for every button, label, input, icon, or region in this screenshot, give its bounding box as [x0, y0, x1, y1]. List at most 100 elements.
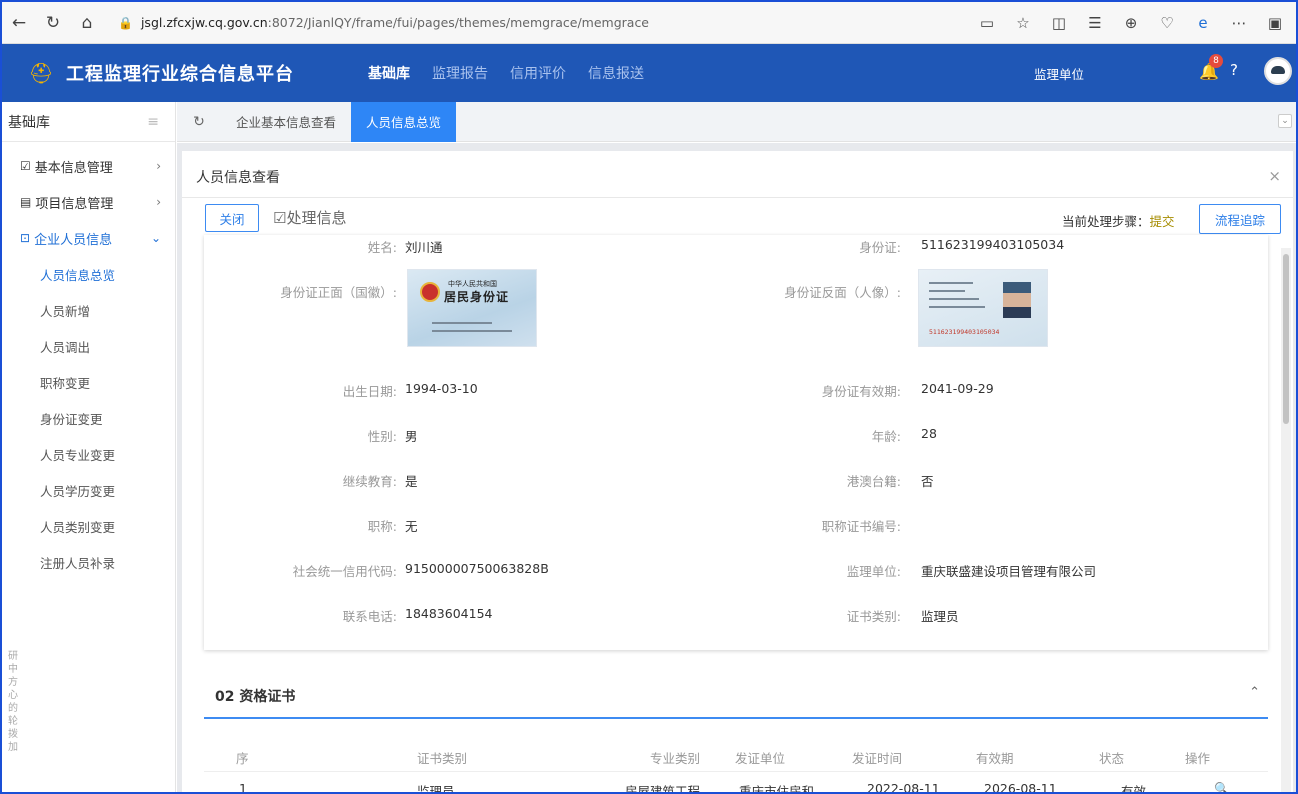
vertical-scrollbar[interactable] [1281, 248, 1291, 792]
platform-logo-icon: ⛑ [28, 61, 54, 85]
edge-icon[interactable]: e [1186, 14, 1220, 32]
sidebar: 基础库 ≡ ☑ 基本信息管理 › ▤ 项目信息管理 › ⊡ 企业人员信息 ⌄ 人… [2, 102, 176, 792]
sidebar-item-category-change[interactable]: 人员类别变更 [2, 508, 175, 544]
close-button[interactable]: 关闭 [205, 204, 259, 232]
company-label: 监理单位: [846, 564, 901, 579]
section-divider [204, 717, 1268, 719]
nav-xinxi-baosong[interactable]: 信息报送 [588, 63, 644, 83]
favorite-star-icon[interactable]: ☆ [1006, 14, 1040, 32]
table-cell-no: 1 [239, 781, 247, 794]
sidebar-item-transfer-out[interactable]: 人员调出 [2, 328, 175, 364]
url-path: :8072/JianlQY/frame/fui/pages/themes/mem… [267, 15, 650, 30]
continuing-edu-value: 是 [405, 474, 418, 489]
cert-type-value: 监理员 [921, 609, 959, 624]
home-icon[interactable]: ⌂ [70, 8, 104, 38]
nav-jianli-baogao[interactable]: 监理报告 [432, 63, 488, 83]
id-card-front-image[interactable]: 中华人民共和国 居民身份证 [407, 269, 537, 347]
current-step-label: 当前处理步骤： [1062, 214, 1150, 229]
hmt-label: 港澳台籍: [846, 474, 901, 489]
split-screen-icon[interactable]: ◫ [1042, 14, 1076, 32]
user-unit[interactable]: 监理单位 [1034, 64, 1084, 83]
name-label: 姓名: [367, 240, 397, 255]
scrollbar-thumb[interactable] [1283, 254, 1289, 424]
reload-icon[interactable]: ↻ [36, 8, 70, 38]
process-info-heading: ☑处理信息 [273, 209, 347, 227]
sidebar-group-label: 企业人员信息 [34, 232, 113, 248]
col-header-action: 操作 [1185, 751, 1211, 766]
list-icon: ▤ [20, 195, 32, 209]
sidebar-item-registered-supplement[interactable]: 注册人员补录 [2, 544, 175, 580]
qualification-section-title: 02 资格证书 [215, 689, 296, 705]
url-host: jsgl.zfcxjw.cq.gov.cn [140, 15, 268, 30]
card-line [432, 322, 492, 324]
browser-toolbar: ← ↻ ⌂ 🔒 jsgl.zfcxjw.cq.gov.cn:8072/Jianl… [2, 2, 1296, 44]
more-icon[interactable]: ⋯ [1222, 14, 1256, 32]
gender-label: 性别: [367, 429, 397, 444]
process-trace-button[interactable]: 流程追踪 [1199, 204, 1281, 234]
col-header-status: 状态 [1099, 751, 1125, 766]
back-icon[interactable]: ← [2, 8, 36, 38]
reader-mode-icon[interactable]: ▭ [970, 14, 1004, 32]
help-icon[interactable]: ? [1230, 61, 1238, 79]
collections-icon[interactable]: ⊕ [1114, 14, 1148, 32]
id-card-title: 居民身份证 [444, 290, 510, 304]
chevron-right-icon: › [156, 159, 161, 173]
sidebar-item-add-personnel[interactable]: 人员新增 [2, 292, 175, 328]
top-nav: 基础库 监理报告 信用评价 信息报送 [368, 63, 644, 83]
window: ← ↻ ⌂ 🔒 jsgl.zfcxjw.cq.gov.cn:8072/Jianl… [0, 0, 1298, 794]
sidebar-group-project-info[interactable]: ▤ 项目信息管理 › [2, 184, 175, 220]
sidebar-toggle-icon[interactable]: ▣ [1258, 14, 1292, 32]
divider [182, 197, 1293, 198]
table-cell-status: 有效 [1121, 784, 1147, 794]
sidebar-item-id-change[interactable]: 身份证变更 [2, 400, 175, 436]
sidebar-group-basic-info[interactable]: ☑ 基本信息管理 › [2, 148, 175, 184]
refresh-icon[interactable]: ↻ [177, 114, 221, 130]
gender-value: 男 [405, 429, 418, 444]
phone-value: 18483604154 [405, 606, 493, 621]
vertical-side-text: 研中方心的轮拨加 [8, 651, 18, 753]
sidebar-item-title-change[interactable]: 职称变更 [2, 364, 175, 400]
id-label: 身份证: [859, 240, 901, 255]
table-cell-issue-date: 2022-08-11 [867, 781, 940, 794]
card-line [432, 330, 512, 332]
main-content: 人员信息查看 × 关闭 ☑处理信息 当前处理步骤：提交 流程追踪 姓名: 刘川通… [177, 143, 1296, 794]
sidebar-item-education-change[interactable]: 人员学历变更 [2, 472, 175, 508]
card-line [929, 290, 965, 292]
id-back-label: 身份证反面（人像）: [784, 285, 901, 300]
tab-company-basic-info[interactable]: 企业基本信息查看 [221, 102, 351, 142]
current-step-value: 提交 [1149, 214, 1175, 229]
id-card-number: 511623199403105034 [929, 328, 1000, 336]
sidebar-group-personnel-info[interactable]: ⊡ 企业人员信息 ⌄ [2, 220, 175, 256]
panel-title: 人员信息查看 [196, 170, 280, 186]
phone-label: 联系电话: [342, 609, 397, 624]
sidebar-header: 基础库 ≡ [2, 102, 175, 142]
sidebar-group-label: 项目信息管理 [35, 196, 114, 212]
extensions-icon[interactable]: ♡ [1150, 14, 1184, 32]
sidebar-item-personnel-overview[interactable]: 人员信息总览 [2, 256, 175, 292]
address-bar[interactable]: 🔒 jsgl.zfcxjw.cq.gov.cn:8072/JianlQY/fra… [118, 15, 970, 30]
nav-jichuku[interactable]: 基础库 [368, 63, 410, 83]
tab-dropdown-icon[interactable]: ⌄ [1278, 114, 1292, 128]
title-cert-label: 职称证书编号: [821, 519, 901, 534]
avatar[interactable] [1264, 57, 1292, 85]
table-header-divider [204, 771, 1268, 772]
sidebar-item-major-change[interactable]: 人员专业变更 [2, 436, 175, 472]
id-valid-label: 身份证有效期: [821, 384, 901, 399]
chevron-up-icon[interactable]: ⌃ [1249, 685, 1260, 700]
current-step: 当前处理步骤：提交 [1062, 211, 1175, 230]
checkbox-form-icon: ☑ [20, 159, 31, 173]
menu-collapse-icon[interactable]: ≡ [147, 114, 159, 130]
tab-personnel-overview[interactable]: 人员信息总览 [351, 101, 457, 142]
card-line [929, 306, 985, 308]
tab-bar: ↻ 企业基本信息查看 人员信息总览 ⌄ [177, 101, 1296, 142]
col-header-issuer: 发证单位 [735, 751, 786, 766]
favorites-list-icon[interactable]: ☰ [1078, 14, 1112, 32]
nav-xinyong-pingjia[interactable]: 信用评价 [510, 63, 566, 83]
view-search-icon[interactable]: 🔍 [1214, 781, 1230, 792]
lock-icon: 🔒 [118, 15, 133, 30]
credit-code-label: 社会统一信用代码: [292, 564, 397, 579]
continuing-edu-label: 继续教育: [342, 474, 397, 489]
id-valid-value: 2041-09-29 [921, 381, 994, 396]
close-icon[interactable]: × [1268, 167, 1281, 185]
id-card-back-image[interactable]: 511623199403105034 [918, 269, 1048, 347]
